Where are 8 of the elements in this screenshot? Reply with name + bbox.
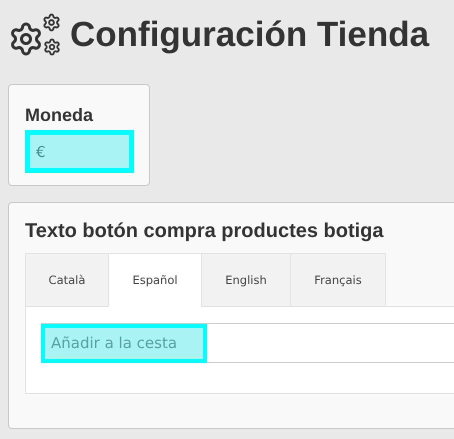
page-title: Configuración Tienda [70, 15, 430, 55]
currency-label: Moneda [25, 105, 94, 126]
language-tab[interactable]: Español [108, 253, 202, 307]
gears-icon [8, 13, 62, 57]
section-title: Texto botón compra productes botiga [25, 220, 385, 243]
language-tab[interactable]: English [201, 253, 291, 307]
language-tab[interactable]: Català [25, 253, 109, 307]
language-tab[interactable]: Français [290, 253, 386, 307]
